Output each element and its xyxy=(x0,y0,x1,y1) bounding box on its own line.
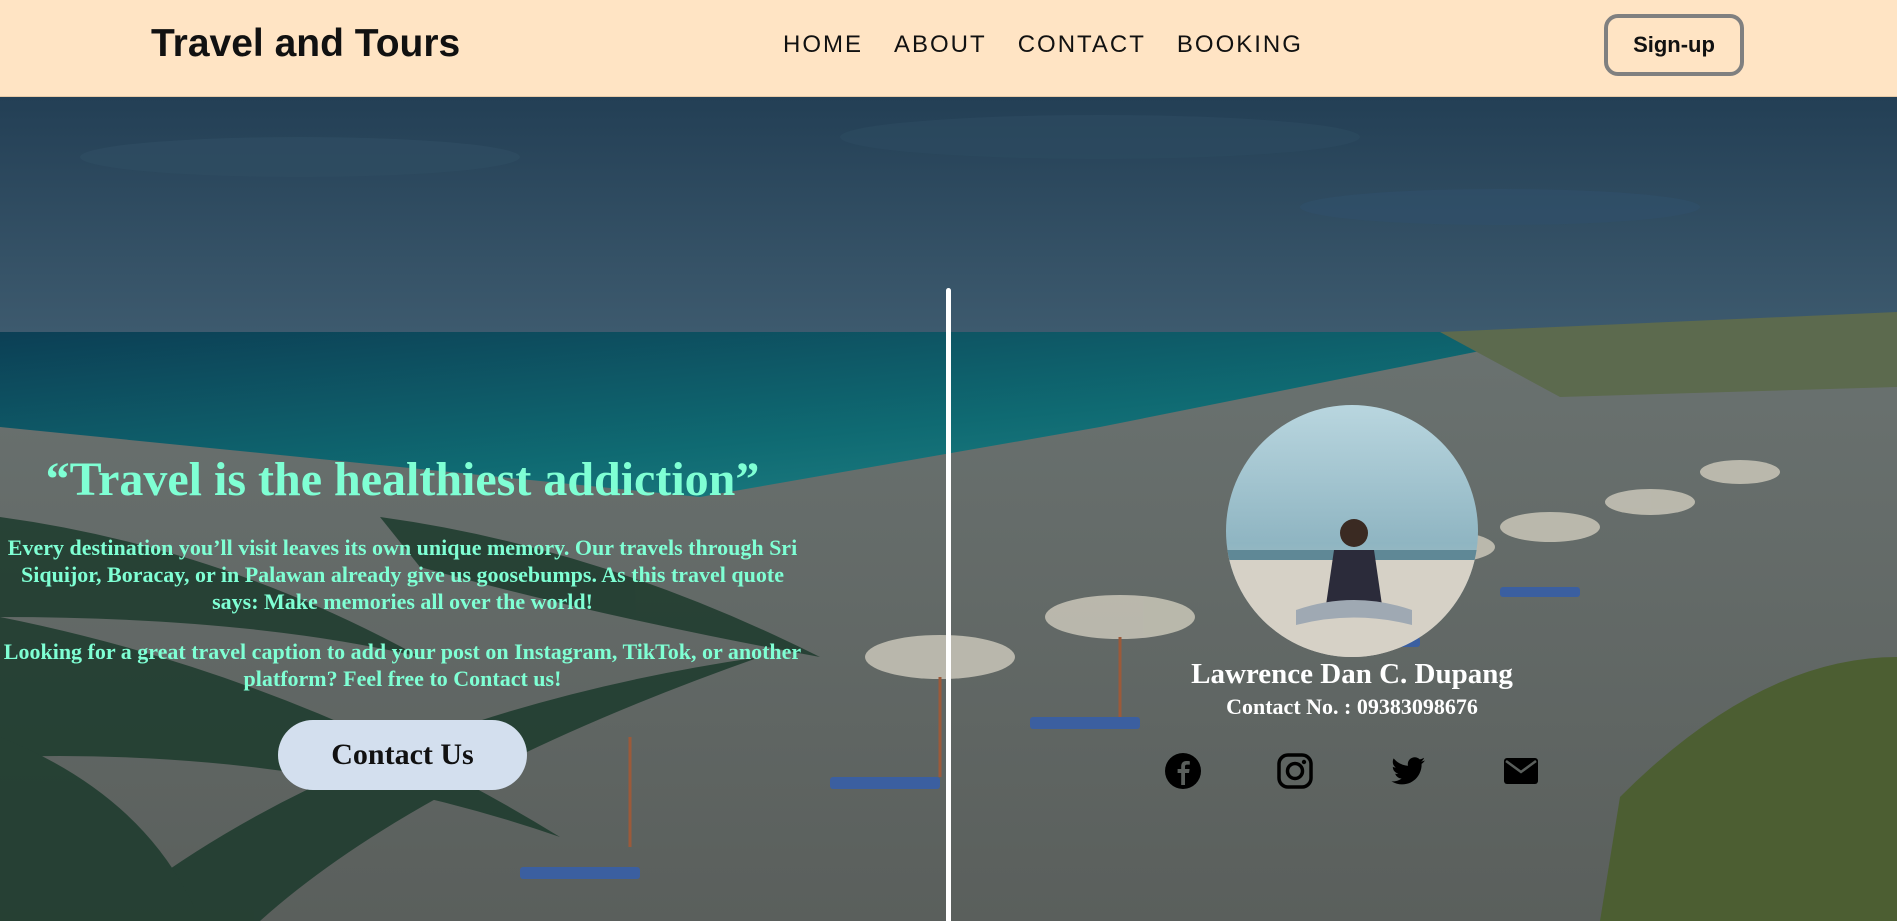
brand-title: Travel and Tours xyxy=(151,22,461,65)
nav-home[interactable]: HOME xyxy=(783,31,863,59)
nav-about[interactable]: ABOUT xyxy=(894,31,987,59)
signup-button[interactable]: Sign-up xyxy=(1604,14,1744,76)
profile-photo xyxy=(1226,405,1478,657)
profile-name: Lawrence Dan C. Dupang xyxy=(1191,658,1513,690)
main-nav: HOME ABOUT CONTACT BOOKING xyxy=(783,31,1303,59)
vertical-divider xyxy=(946,288,951,921)
hero-quote: “Travel is the healthiest addiction” xyxy=(45,453,760,506)
instagram-icon[interactable] xyxy=(1275,751,1315,791)
profile-contact-number: Contact No. : 09383098676 xyxy=(1226,694,1478,719)
hero-section: “Travel is the healthiest addiction” Eve… xyxy=(0,97,1897,921)
profile-avatar xyxy=(1226,405,1478,657)
nav-contact[interactable]: CONTACT xyxy=(1018,31,1146,59)
facebook-icon[interactable] xyxy=(1163,751,1203,791)
contact-us-button[interactable]: Contact Us xyxy=(278,720,527,790)
social-links xyxy=(1163,751,1543,791)
hero-paragraph: Every destination you’ll visit leaves it… xyxy=(7,535,798,614)
email-icon[interactable] xyxy=(1501,751,1541,791)
hero-paragraph-2: Looking for a great travel caption to ad… xyxy=(3,639,802,691)
header: Travel and Tours HOME ABOUT CONTACT BOOK… xyxy=(0,0,1897,97)
nav-booking[interactable]: BOOKING xyxy=(1177,31,1303,59)
twitter-icon[interactable] xyxy=(1388,751,1428,791)
